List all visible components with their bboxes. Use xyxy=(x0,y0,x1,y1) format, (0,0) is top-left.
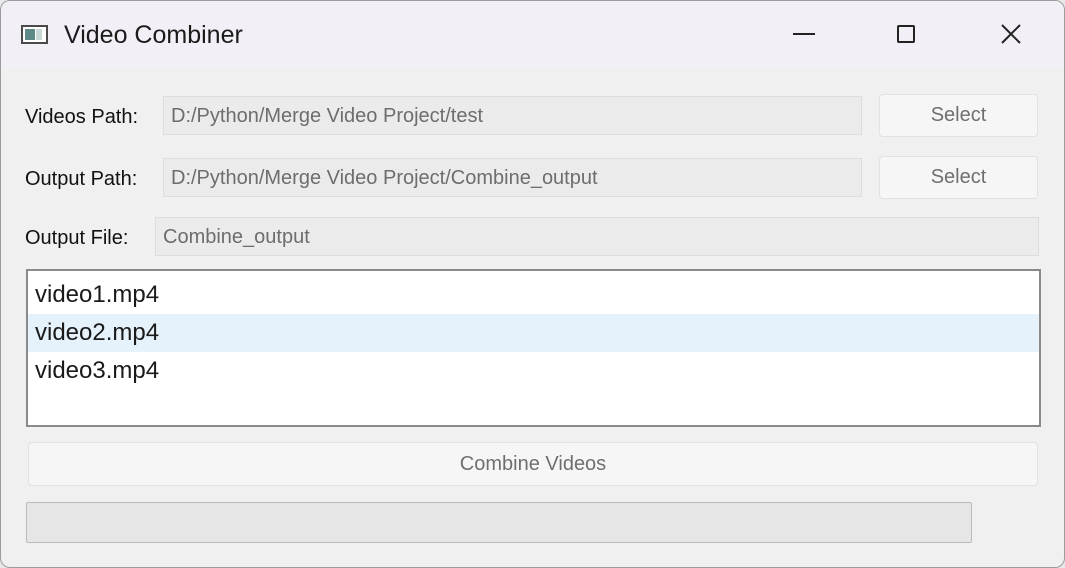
videos-path-field[interactable]: D:/Python/Merge Video Project/test xyxy=(163,96,862,135)
close-icon xyxy=(1001,24,1021,44)
title-bar[interactable]: Video Combiner xyxy=(1,1,1064,68)
select-output-path-button[interactable]: Select xyxy=(879,156,1038,199)
output-file-label: Output File: xyxy=(25,227,129,249)
video-list[interactable]: video1.mp4 video2.mp4 video3.mp4 xyxy=(26,269,1041,427)
app-window-icon xyxy=(21,25,48,44)
select-videos-path-button[interactable]: Select xyxy=(879,94,1038,137)
list-item[interactable]: video3.mp4 xyxy=(28,352,1039,390)
videos-path-label: Videos Path: xyxy=(25,106,139,128)
maximize-icon xyxy=(897,25,915,43)
list-item-selected[interactable]: video2.mp4 xyxy=(28,314,1039,352)
progress-bar xyxy=(26,502,972,543)
minimize-button[interactable] xyxy=(767,5,841,63)
output-path-label: Output Path: xyxy=(25,168,138,190)
minimize-icon xyxy=(793,33,815,35)
video-combiner-window: Video Combiner Videos Path: D:/Python/Me… xyxy=(0,0,1065,568)
list-item[interactable]: video1.mp4 xyxy=(28,276,1039,314)
combine-videos-button[interactable]: Combine Videos xyxy=(28,442,1038,486)
maximize-button[interactable] xyxy=(869,5,943,63)
output-file-field[interactable]: Combine_output xyxy=(155,217,1039,256)
close-button[interactable] xyxy=(974,5,1048,63)
window-title: Video Combiner xyxy=(64,21,243,49)
output-path-field[interactable]: D:/Python/Merge Video Project/Combine_ou… xyxy=(163,158,862,197)
